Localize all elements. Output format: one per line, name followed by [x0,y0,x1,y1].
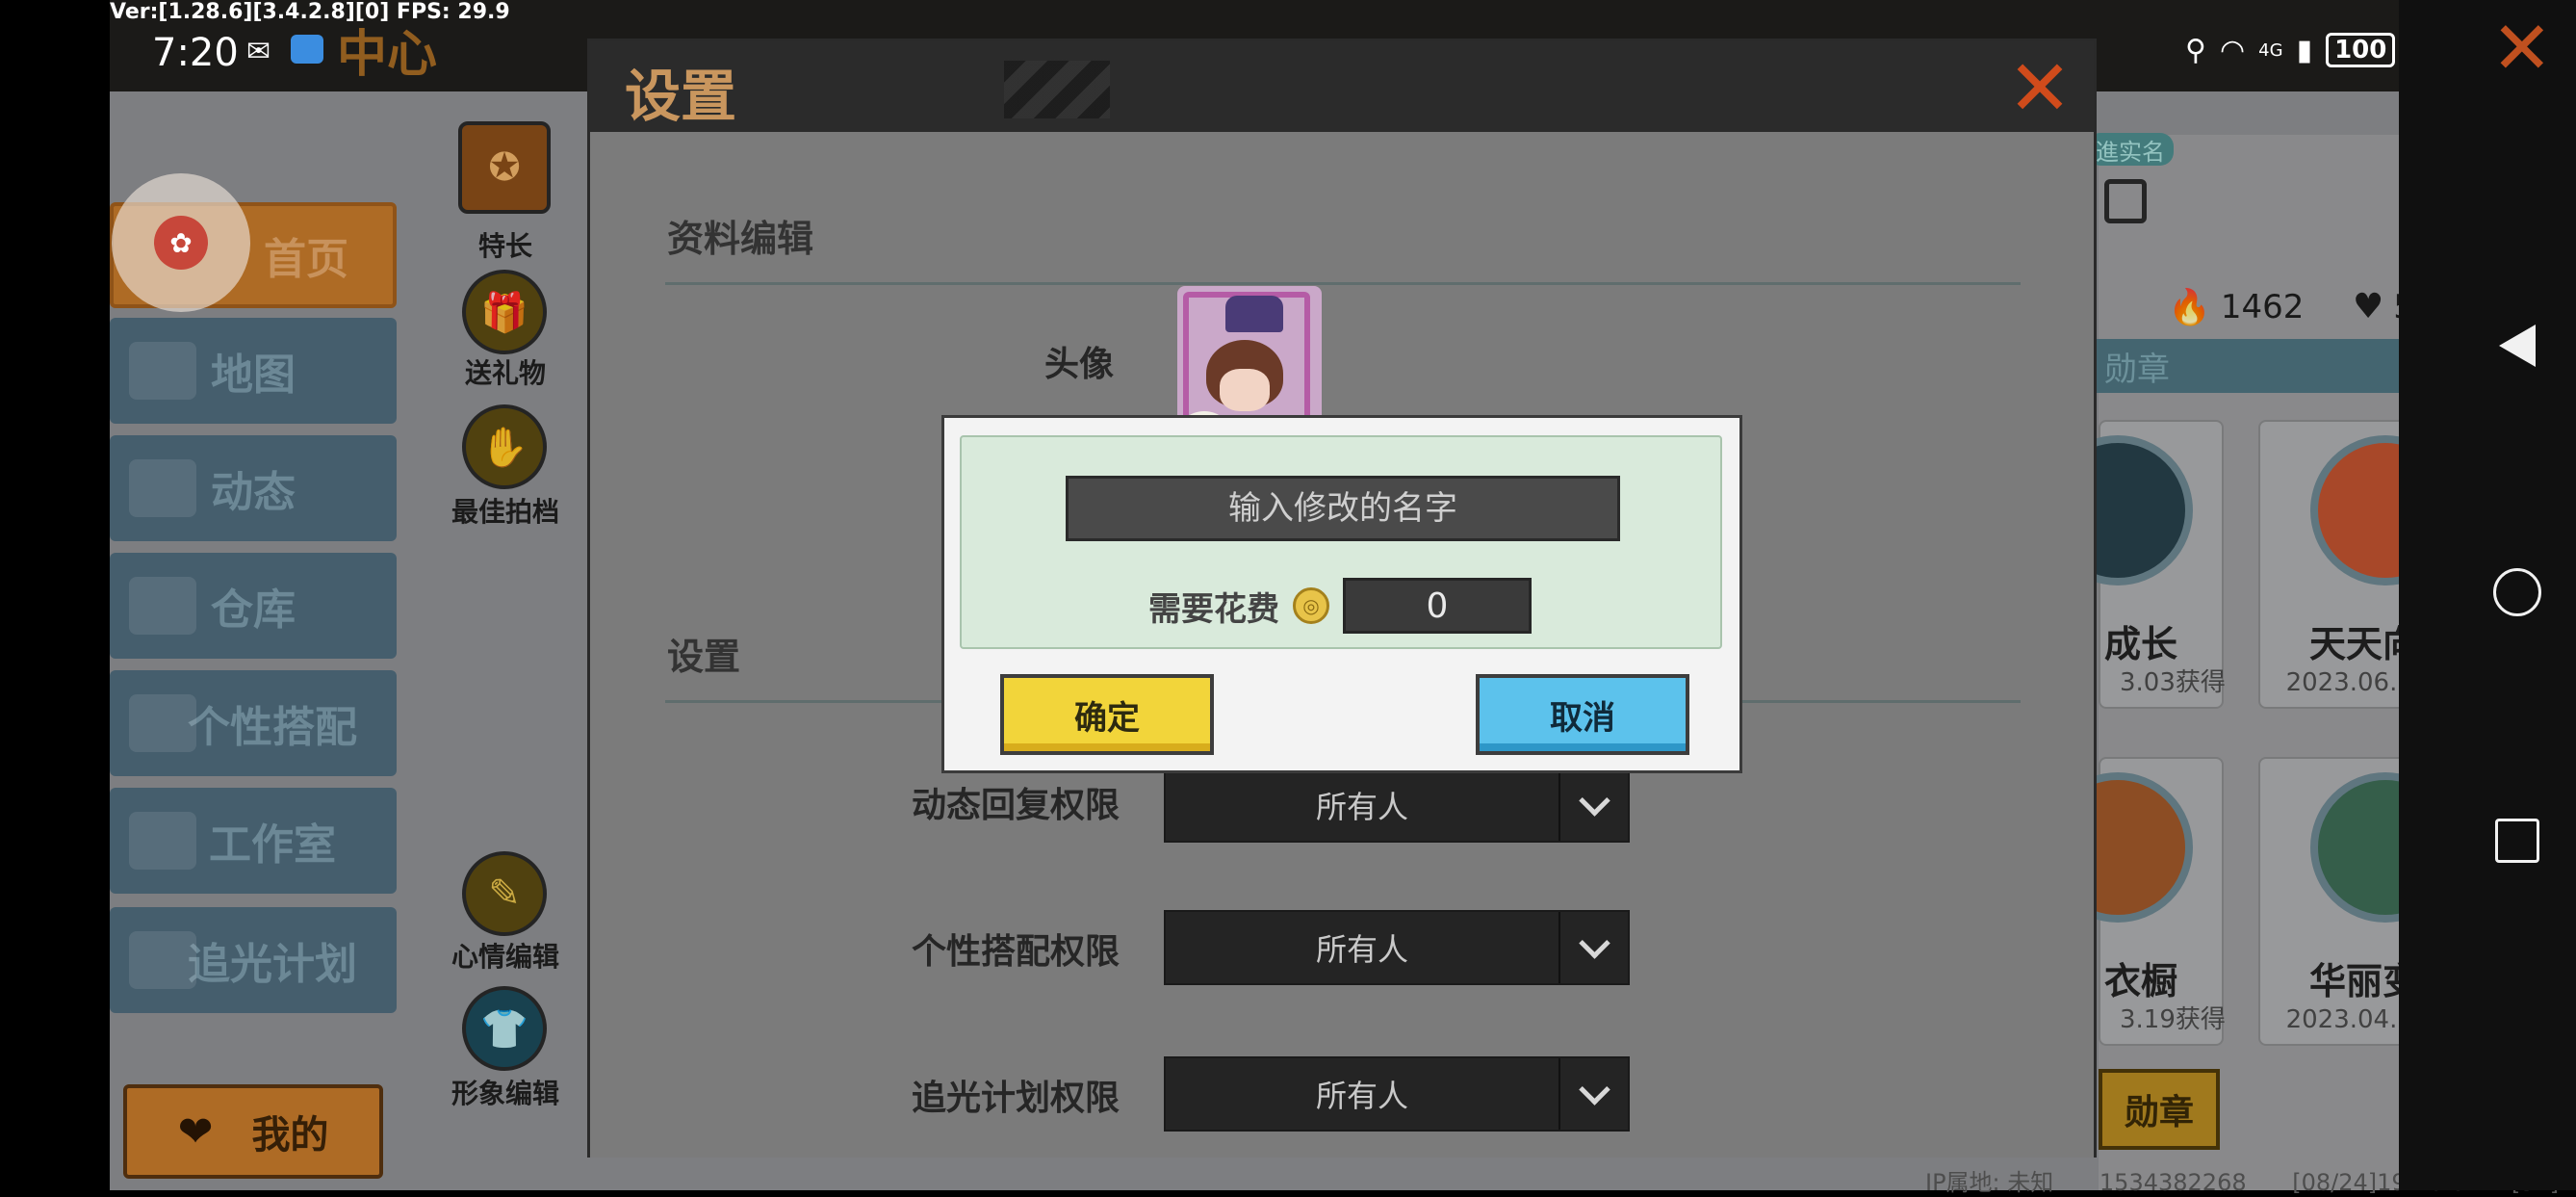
status-bar: Ver:[1.28.6][3.4.2.8][0] FPS: 29.9 7:20 … [0,0,2576,85]
status-right-group: ⚲ ◠ 4G ▮ 100 [2185,33,2396,67]
game-close-icon[interactable]: ✕ [2491,12,2553,85]
name-input[interactable] [1066,476,1620,541]
location-icon: ⚲ [2185,33,2206,67]
screen-cutout-left [0,0,110,1190]
outfit-permission-value: 所有人 [1315,931,1408,968]
avatar-label: 头像 [1044,345,1115,384]
chevron-down-icon [1558,769,1628,841]
signal-icon: ▮ [2296,33,2313,67]
clock: 7:20 [152,31,239,75]
reply-permission-value: 所有人 [1315,789,1408,825]
version-debug-text: Ver:[1.28.6][3.4.2.8][0] FPS: 29.9 [110,0,510,24]
coin-icon: ◎ [1293,587,1329,624]
assistant-icon: ✿ [154,216,208,270]
confirm-button[interactable]: 确定 [1000,674,1214,755]
home-icon [2493,568,2541,616]
chevron-down-icon [1558,1058,1628,1130]
cancel-button-label: 取消 [1550,698,1615,738]
rename-modal: 需要花费 ◎ 0 确定 取消 [941,415,1742,773]
cost-label: 需要花费 [1148,589,1279,629]
outfit-permission-dropdown[interactable]: 所有人 [1164,910,1630,985]
network-type: 4G [2258,39,2283,61]
light-plan-permission-label: 追光计划权限 [912,1079,1121,1118]
chevron-down-icon [1558,912,1628,983]
confirm-button-label: 确定 [1074,698,1140,738]
home-button[interactable] [2484,559,2551,626]
battery-level: 100 [2326,33,2396,67]
recents-icon [2495,819,2539,863]
wechat-icon: ✉ [246,35,271,68]
avatar-face [1220,369,1270,411]
outfit-permission-label: 个性搭配权限 [912,932,1121,972]
back-icon [2499,325,2536,367]
floating-assistant-button[interactable]: ✿ [112,173,250,312]
recents-button[interactable] [2484,807,2551,874]
weather-app-icon [291,35,323,64]
wifi-icon: ◠ [2219,33,2246,67]
reply-permission-label: 动态回复权限 [912,786,1121,825]
settings-section-title: 设置 [667,636,741,678]
light-plan-permission-value: 所有人 [1315,1078,1408,1114]
light-plan-permission-dropdown[interactable]: 所有人 [1164,1056,1630,1132]
cancel-button[interactable]: 取消 [1476,674,1689,755]
section-divider [665,282,2021,285]
reply-permission-dropdown[interactable]: 所有人 [1164,768,1630,843]
avatar-hat [1225,296,1283,332]
rename-panel: 需要花费 ◎ 0 [960,435,1722,649]
profile-edit-section-title: 资料编辑 [667,218,814,260]
back-button[interactable] [2484,312,2551,379]
header-stripe-decoration [1004,61,1110,118]
cost-row: 需要花费 ◎ 0 [1148,578,1532,634]
cost-value: 0 [1343,578,1532,634]
